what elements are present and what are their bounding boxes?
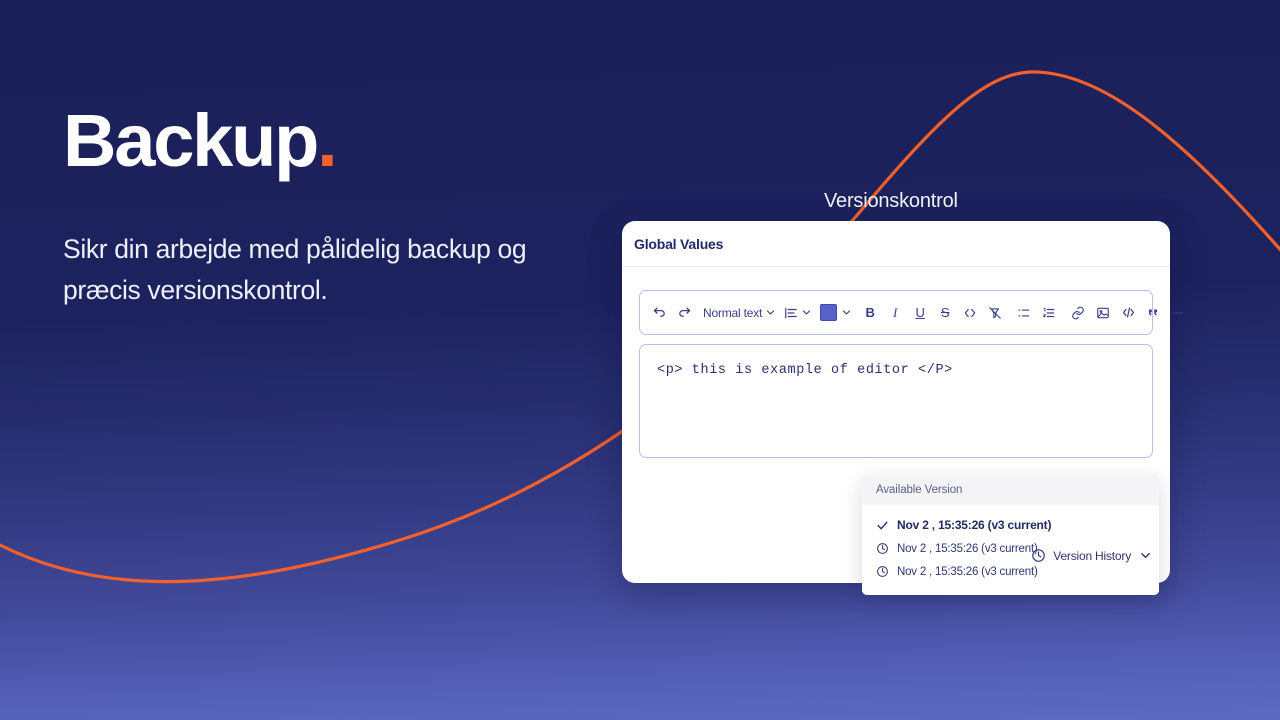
code-brackets-icon[interactable] [960,299,980,327]
card-header: Global Values [622,221,1170,267]
image-icon[interactable] [1093,299,1113,327]
clock-icon [876,542,889,555]
card-caption: Versionskontrol [824,190,958,212]
version-history-button[interactable]: Version History [1031,548,1151,563]
bullet-list-icon[interactable] [1014,299,1034,327]
redo-icon[interactable] [674,299,694,327]
text-style-label: Normal text [703,305,763,320]
dropdown-header: Available Version [862,475,1159,505]
editor-content-area[interactable]: <p> this is example of editor </P> [639,344,1153,458]
strikethrough-label: S [940,305,950,320]
underline-button[interactable]: U [910,299,930,327]
chevron-down-icon [843,310,851,315]
chevron-down-icon [767,310,775,315]
text-color-picker[interactable] [820,299,851,327]
align-dropdown[interactable] [784,299,811,327]
undo-icon[interactable] [649,299,669,327]
list-item[interactable]: Nov 2 , 15:35:26 (v3 current) [862,513,1159,537]
available-version-dropdown: Available Version Nov 2 , 15:35:26 (v3 c… [862,475,1159,595]
numbered-list-icon[interactable] [1039,299,1059,327]
horizontal-rule-icon[interactable] [1168,299,1188,327]
editor-content-text: <p> this is example of editor </P> [657,363,953,378]
card-title: Global Values [634,235,724,252]
title-accent-dot: . [317,99,338,182]
editor-card: Global Values Normal text B I U S <p> th… [622,221,1184,595]
chevron-down-icon [803,310,811,315]
align-left-icon [785,307,797,318]
check-icon [876,519,889,532]
version-history-label: Version History [1053,548,1131,563]
link-icon[interactable] [1068,299,1088,327]
chevron-down-icon [1141,552,1150,559]
clock-icon [876,565,889,578]
hero-subtitle: Sikr din arbejde med pålidelig backup og… [63,234,527,306]
version-label: Nov 2 , 15:35:26 (v3 current) [897,518,1052,532]
text-color-swatch [820,304,838,321]
editor-toolbar: Normal text B I U S [639,290,1184,335]
version-label: Nov 2 , 15:35:26 (v3 current) [897,565,1038,578]
version-label: Nov 2 , 15:35:26 (v3 current) [897,542,1038,555]
text-style-dropdown[interactable]: Normal text [703,299,775,327]
bold-label: B [865,305,875,320]
page-title: Backup. [63,104,603,178]
bold-button[interactable]: B [860,299,880,327]
hero-block: Backup. Sikr din arbejde med pålidelig b… [63,104,603,311]
list-item[interactable]: Nov 2 , 15:35:26 (v3 current) [862,560,1159,583]
italic-button[interactable]: I [885,299,905,327]
code-block-icon[interactable] [1118,299,1138,327]
clock-icon [1031,548,1046,563]
strikethrough-button[interactable]: S [935,299,955,327]
italic-label: I [892,304,898,320]
underline-label: U [915,305,925,320]
blockquote-icon[interactable] [1143,299,1163,327]
page-title-text: Backup [63,99,319,182]
rich-text-editor: Normal text B I U S <p> this is example … [639,290,1184,595]
clear-formatting-icon[interactable] [985,299,1005,327]
